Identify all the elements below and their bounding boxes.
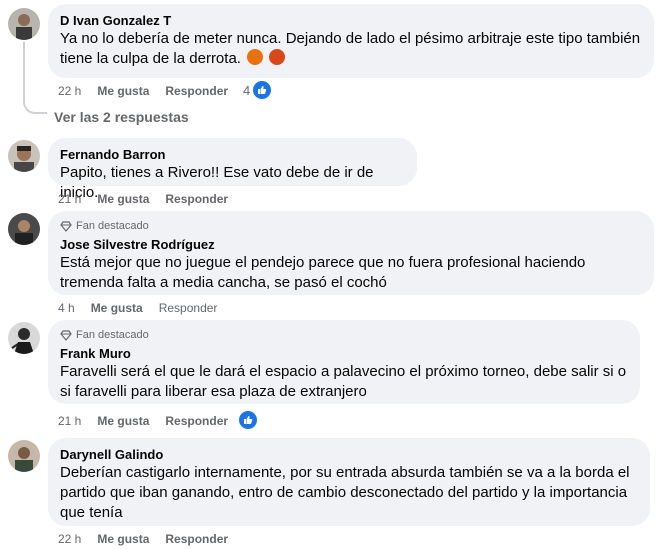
comment-bubble: D Ivan Gonzalez T Ya no lo debería de me… <box>48 4 654 78</box>
reaction-count[interactable]: 4 <box>243 81 272 99</box>
avatar[interactable] <box>8 8 40 40</box>
comment-time[interactable]: 4 h <box>58 301 75 315</box>
comment-actions: 22 h Me gusta Responder <box>58 531 228 547</box>
like-button[interactable]: Me gusta <box>97 192 149 206</box>
like-button[interactable]: Me gusta <box>97 84 149 98</box>
comment-time[interactable]: 21 h <box>58 414 81 428</box>
avatar[interactable] <box>8 140 40 172</box>
reply-button[interactable]: Responder <box>165 192 228 206</box>
top-fan-badge: Fan destacado <box>60 328 628 342</box>
comment-actions: 21 h Me gusta Responder <box>58 191 228 207</box>
comment-text-wrap: Ya no lo debería de meter nunca. Dejando… <box>60 29 642 69</box>
comment-text: Está mejor que no juegue el pendejo pare… <box>60 254 586 291</box>
comment-bubble: Fan destacado Jose Silvestre Rodríguez E… <box>48 211 654 295</box>
like-reaction-icon <box>253 81 272 99</box>
comment-author[interactable]: Fernando Barron <box>60 146 405 163</box>
comment-time[interactable]: 22 h <box>58 532 81 546</box>
thread-connector <box>23 42 47 114</box>
view-replies-link[interactable]: Ver las 2 respuestas <box>54 109 189 125</box>
diamond-icon <box>60 329 72 341</box>
reply-button[interactable]: Responder <box>165 84 228 98</box>
comment-text: Ya no lo debería de meter nunca. Dejando… <box>60 30 641 67</box>
reaction-count[interactable] <box>239 411 257 429</box>
comment-actions: 21 h Me gusta Responder <box>58 413 228 429</box>
badge-label: Fan destacado <box>76 329 149 341</box>
comment-author[interactable]: Jose Silvestre Rodríguez <box>60 236 642 253</box>
angry-emoji-icon <box>247 49 264 65</box>
like-reaction-icon <box>239 411 257 429</box>
comment-text: Faravelli será el que le dará el espacio… <box>60 363 627 400</box>
comment-bubble: Fernando Barron Papito, tienes a Rivero!… <box>48 138 417 201</box>
badge-label: Fan destacado <box>76 220 149 232</box>
comment-actions: 4 h Me gusta Responder <box>58 300 217 316</box>
diamond-icon <box>60 220 72 232</box>
reply-button[interactable]: Responder <box>159 301 218 315</box>
comment-time[interactable]: 22 h <box>58 84 81 98</box>
comment-time[interactable]: 21 h <box>58 192 81 206</box>
comment-author[interactable]: D Ivan Gonzalez T <box>60 12 642 29</box>
avatar[interactable] <box>8 440 40 472</box>
reaction-number: 4 <box>243 82 251 98</box>
reply-button[interactable]: Responder <box>165 532 228 546</box>
comment-author[interactable]: Darynell Galindo <box>60 446 638 463</box>
comment-actions: 22 h Me gusta Responder <box>58 83 228 99</box>
like-button[interactable]: Me gusta <box>97 532 149 546</box>
avatar[interactable] <box>8 322 40 354</box>
reply-button[interactable]: Responder <box>165 414 228 428</box>
cursing-emoji-icon <box>269 49 286 65</box>
like-button[interactable]: Me gusta <box>97 414 149 428</box>
comment-bubble: Fan destacado Frank Muro Faravelli será … <box>48 320 640 404</box>
comment-bubble: Darynell Galindo Deberían castigarlo int… <box>48 438 650 526</box>
comment-author[interactable]: Frank Muro <box>60 345 628 362</box>
comment-text: Deberían castigarlo internamente, por su… <box>60 464 630 521</box>
top-fan-badge: Fan destacado <box>60 219 642 233</box>
avatar[interactable] <box>8 213 40 245</box>
like-button[interactable]: Me gusta <box>91 301 143 315</box>
